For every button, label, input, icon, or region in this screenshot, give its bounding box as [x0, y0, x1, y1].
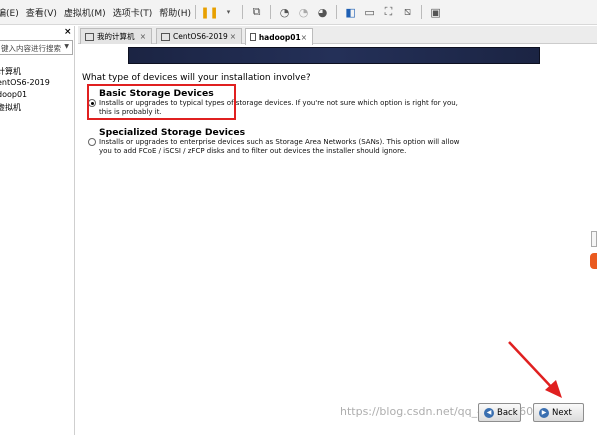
- back-button[interactable]: ◀ Back: [478, 403, 521, 422]
- next-button[interactable]: ▶ Next: [533, 403, 584, 422]
- next-arrow-icon: ▶: [539, 407, 549, 418]
- annotation-arrow: [508, 341, 562, 398]
- back-arrow-icon: ◀: [484, 407, 494, 418]
